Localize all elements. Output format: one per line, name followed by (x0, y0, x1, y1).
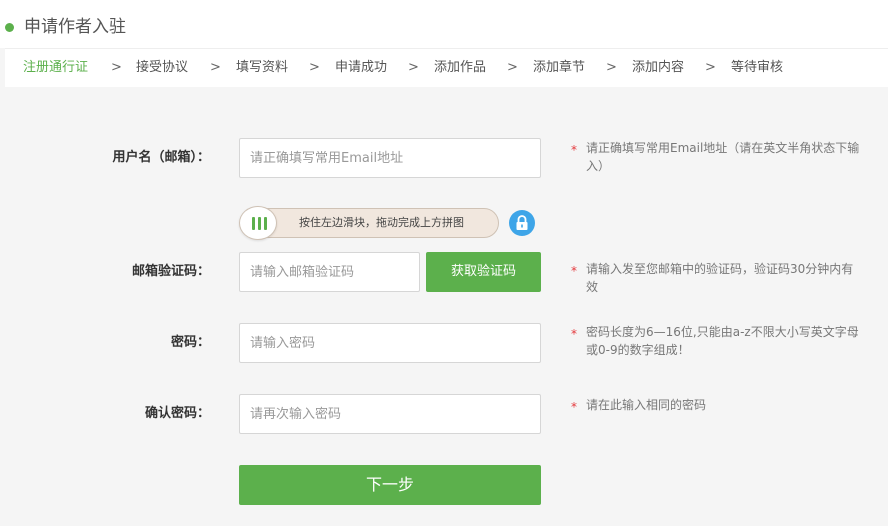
slider-captcha[interactable]: 按住左边滑块，拖动完成上方拼图 (239, 206, 499, 240)
required-mark: * (571, 327, 577, 341)
step-separator: > (705, 60, 716, 75)
username-label: 用户名（邮箱）： (112, 150, 210, 165)
step-separator: > (111, 60, 122, 75)
email-code-hint-text: 请输入发至您邮箱中的验证码，验证码30分钟内有效 (586, 262, 854, 294)
step-separator: > (507, 60, 518, 75)
username-hint: * 请正确填写常用Email地址（请在英文半角状态下输入） (571, 139, 861, 175)
email-code-label: 邮箱验证码： (131, 264, 210, 279)
step-fill-info: 填写资料 (236, 60, 289, 75)
email-code-hint: * 请输入发至您邮箱中的验证码，验证码30分钟内有效 (571, 260, 861, 296)
grip-icon (258, 217, 261, 230)
step-add-work: 添加作品 (434, 60, 487, 75)
next-step-button[interactable]: 下一步 (239, 465, 541, 505)
confirm-password-input[interactable] (239, 394, 541, 434)
step-add-content: 添加内容 (632, 60, 685, 75)
grip-icon (252, 217, 255, 230)
password-hint: * 密码长度为6—16位,只能由a-z不限大小写英文字母或0-9的数字组成！ (571, 323, 861, 359)
step-apply-success: 申请成功 (335, 60, 388, 75)
confirm-password-hint: * 请在此输入相同的密码 (571, 396, 861, 414)
slider-handle[interactable] (239, 206, 277, 240)
required-mark: * (571, 143, 577, 157)
step-separator: > (309, 60, 320, 75)
required-mark: * (571, 264, 577, 278)
step-separator: > (210, 60, 221, 75)
page-title: 申请作者入驻 (24, 17, 126, 37)
steps-breadcrumb: 注册通行证 > 接受协议 > 填写资料 > 申请成功 > 添加作品 > 添加章节… (5, 48, 888, 87)
email-code-input[interactable] (239, 252, 420, 292)
username-input[interactable] (239, 138, 541, 178)
step-await-review: 等待审核 (731, 60, 784, 75)
confirm-password-label: 确认密码： (144, 406, 210, 421)
page-header: 申请作者入驻 (0, 0, 888, 48)
slider-instruction: 按住左边滑块，拖动完成上方拼图 (299, 216, 464, 229)
username-hint-text: 请正确填写常用Email地址（请在英文半角状态下输入） (586, 141, 860, 173)
title-dot-icon (5, 23, 14, 32)
step-separator: > (408, 60, 419, 75)
password-input[interactable] (239, 323, 541, 363)
required-mark: * (571, 400, 577, 414)
password-hint-text: 密码长度为6—16位,只能由a-z不限大小写英文字母或0-9的数字组成！ (586, 325, 859, 357)
step-accept-agreement: 接受协议 (136, 60, 189, 75)
get-code-button[interactable]: 获取验证码 (426, 252, 541, 292)
password-label: 密码： (170, 335, 210, 350)
step-separator: > (606, 60, 617, 75)
step-register: 注册通行证 (23, 60, 89, 75)
grip-icon (264, 217, 267, 230)
lock-icon (509, 210, 535, 236)
step-add-chapter: 添加章节 (533, 60, 586, 75)
confirm-password-hint-text: 请在此输入相同的密码 (586, 398, 707, 412)
